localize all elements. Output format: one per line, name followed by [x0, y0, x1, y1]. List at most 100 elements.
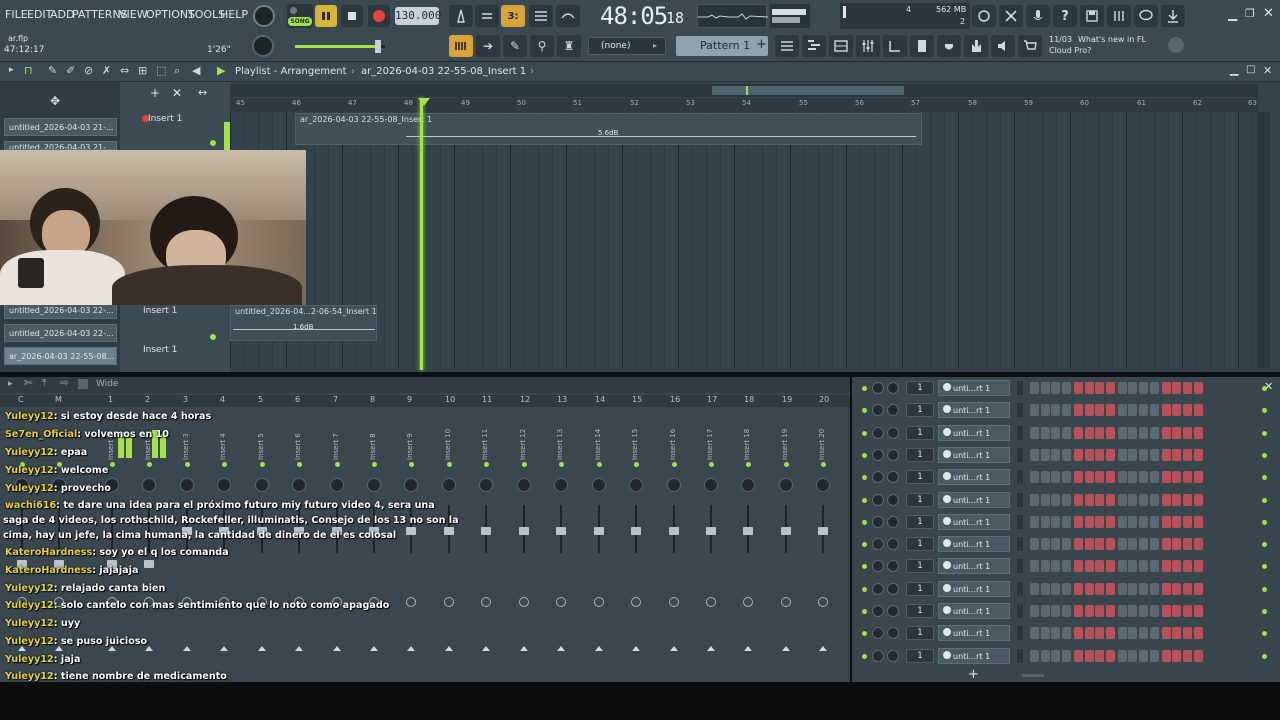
step-button[interactable]: [1117, 493, 1127, 506]
step-button[interactable]: [1105, 382, 1115, 394]
mute-led[interactable]: [709, 462, 714, 467]
pan-knob[interactable]: [629, 478, 643, 492]
step-button[interactable]: [1128, 493, 1138, 506]
step-button[interactable]: [1149, 426, 1159, 439]
play-icon[interactable]: ▶: [217, 64, 225, 77]
step-button[interactable]: [1061, 515, 1071, 528]
insert-name[interactable]: Insert 15: [631, 420, 641, 460]
mute-led[interactable]: [784, 462, 789, 467]
route-icon[interactable]: [631, 597, 641, 607]
mute-led[interactable]: [297, 462, 302, 467]
channel-row[interactable]: 1 unti...rt 1: [852, 400, 1267, 419]
channel-select[interactable]: [1017, 626, 1023, 641]
volume-fader[interactable]: [519, 527, 529, 535]
step-button[interactable]: [1139, 493, 1148, 506]
step-button[interactable]: [1128, 448, 1138, 461]
feedback-button[interactable]: [1134, 5, 1158, 27]
pencil-icon[interactable]: ✎: [48, 64, 57, 77]
step-button[interactable]: [1095, 538, 1105, 551]
step-button[interactable]: [1193, 404, 1203, 417]
step-button[interactable]: [1139, 426, 1148, 439]
channel-enable-led[interactable]: [862, 475, 867, 481]
step-button[interactable]: [1105, 649, 1115, 662]
step-button[interactable]: [1040, 605, 1050, 617]
step-button[interactable]: [1040, 538, 1050, 551]
step-button[interactable]: [1061, 382, 1071, 394]
step-button[interactable]: [1172, 471, 1182, 484]
step-button[interactable]: [1095, 649, 1105, 662]
step-button[interactable]: [1172, 605, 1182, 617]
step-button[interactable]: [1105, 471, 1115, 484]
insert-name[interactable]: Insert 3: [182, 420, 192, 460]
step-button[interactable]: [1030, 471, 1039, 484]
step-button[interactable]: [1128, 605, 1138, 617]
metronome-button[interactable]: [449, 5, 473, 27]
step-button[interactable]: [1149, 471, 1159, 484]
download-button[interactable]: [1161, 5, 1185, 27]
step-button[interactable]: [1149, 448, 1159, 461]
step-button[interactable]: [1061, 493, 1071, 506]
piano-roll-view-button[interactable]: [802, 35, 826, 57]
step-button[interactable]: [1030, 627, 1039, 640]
channel-volume-knob[interactable]: [887, 538, 899, 551]
step-button[interactable]: [1193, 605, 1203, 617]
step-button[interactable]: [1182, 582, 1192, 595]
send-arrow-icon[interactable]: [407, 646, 415, 651]
step-button[interactable]: [1172, 426, 1182, 439]
pan-knob[interactable]: [404, 478, 418, 492]
channel-select[interactable]: [1017, 447, 1023, 462]
pattern-item[interactable]: ar_2026-04-03 22-55-08...: [4, 347, 117, 365]
channel-enable-led[interactable]: [862, 452, 867, 458]
send-arrow-icon[interactable]: [295, 646, 303, 651]
step-button[interactable]: [1030, 582, 1039, 595]
step-button[interactable]: [1105, 627, 1115, 640]
step-button[interactable]: [1061, 471, 1071, 484]
insert-name[interactable]: Insert 2: [144, 420, 154, 460]
step-button[interactable]: [1172, 448, 1182, 461]
playback-icon[interactable]: ◀: [192, 64, 200, 77]
step-button[interactable]: [1139, 605, 1148, 617]
step-button[interactable]: [1105, 538, 1115, 551]
chevron-right-icon[interactable]: ▸: [8, 379, 13, 389]
channel-select[interactable]: [1017, 381, 1023, 395]
track-enable-led[interactable]: [210, 140, 216, 146]
insert-name[interactable]: Insert 13: [556, 420, 566, 460]
insert-name[interactable]: Insert 1: [107, 420, 117, 460]
channel-pan-knob[interactable]: [872, 560, 884, 573]
channel-row[interactable]: 1 unti...rt 1: [852, 534, 1267, 553]
channel-row[interactable]: 1 unti...rt 1: [852, 467, 1267, 486]
close-icon[interactable]: ✕: [172, 86, 182, 100]
step-button[interactable]: [1073, 538, 1083, 551]
channel-row[interactable]: 1 unti...rt 1: [852, 601, 1267, 620]
step-button[interactable]: [1193, 560, 1203, 573]
send-arrow-icon[interactable]: [744, 646, 752, 651]
step-button[interactable]: [1095, 471, 1105, 484]
mixer-upload-icon[interactable]: ⤒: [42, 378, 46, 389]
mute-led[interactable]: [522, 462, 527, 467]
pause-button[interactable]: [315, 5, 337, 27]
browser-view-button[interactable]: [883, 35, 907, 57]
step-button[interactable]: [1105, 560, 1115, 573]
step-button[interactable]: [1128, 538, 1138, 551]
stamp-button[interactable]: ♜: [557, 35, 581, 57]
step-button[interactable]: [1095, 493, 1105, 506]
pan-knob[interactable]: [816, 478, 830, 492]
resize-icon[interactable]: ↔: [198, 86, 207, 99]
step-button[interactable]: [1095, 605, 1105, 617]
menu-edit[interactable]: EDIT: [27, 8, 52, 21]
channel-pan-knob[interactable]: [872, 448, 884, 461]
channel-volume-knob[interactable]: [887, 493, 899, 506]
step-button[interactable]: [1193, 627, 1203, 640]
timeline-ruler[interactable]: 45 46 47 48 49 50 51 52 53 54 55 56 57 5…: [230, 98, 1258, 112]
step-button[interactable]: [1030, 426, 1039, 439]
channel-mixer-track[interactable]: 1: [906, 381, 934, 395]
step-button[interactable]: [1172, 560, 1182, 573]
step-button[interactable]: [1095, 560, 1105, 573]
channel-volume-knob[interactable]: [887, 515, 899, 528]
step-button[interactable]: [1051, 605, 1061, 617]
step-button[interactable]: [1105, 404, 1115, 417]
step-button[interactable]: [1084, 404, 1094, 417]
save-button[interactable]: [1080, 5, 1104, 27]
step-button[interactable]: [1051, 426, 1061, 439]
channel-enable-led[interactable]: [862, 497, 867, 503]
